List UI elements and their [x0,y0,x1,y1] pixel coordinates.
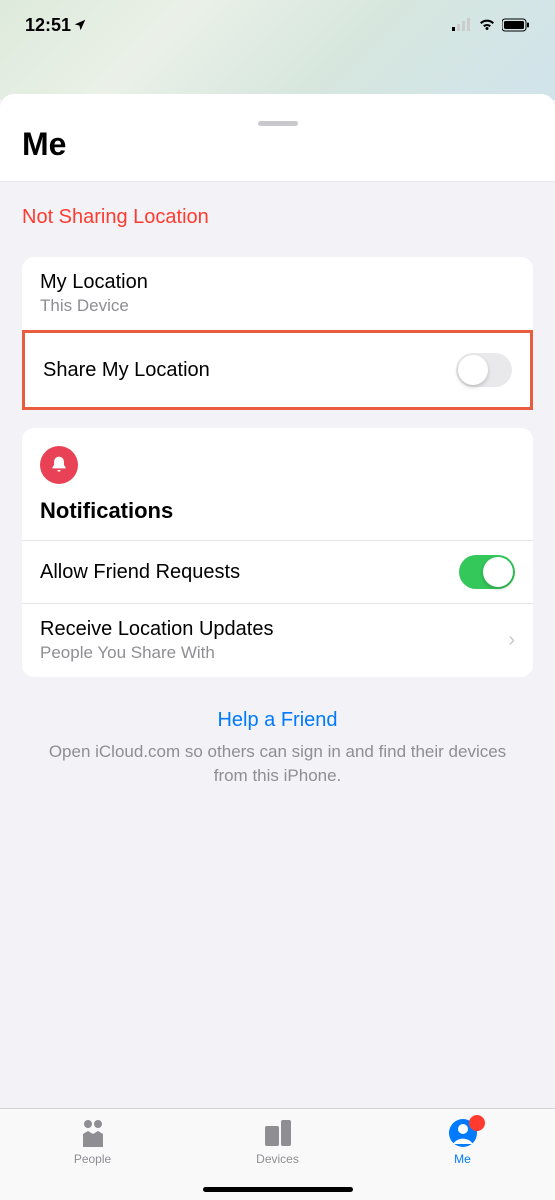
toggle-knob [458,355,488,385]
me-sheet: Me Not Sharing Location My Location This… [0,94,555,1200]
receive-updates-row[interactable]: Receive Location Updates People You Shar… [22,604,533,677]
allow-requests-title: Allow Friend Requests [40,561,459,584]
devices-icon [263,1117,293,1149]
sheet-title: Me [22,126,533,163]
help-section: Help a Friend Open iCloud.com so others … [0,677,555,820]
status-icons [452,18,530,32]
notifications-header: Notifications [22,484,533,541]
allow-requests-row: Allow Friend Requests [22,541,533,604]
share-location-row: Share My Location [25,333,530,407]
my-location-title: My Location [40,271,515,294]
share-location-highlight: Share My Location [22,330,533,410]
status-bar: 12:51 [0,0,555,50]
tab-me-badge [469,1115,485,1131]
my-location-row[interactable]: My Location This Device [22,257,533,330]
allow-requests-toggle[interactable] [459,555,515,589]
battery-icon [502,18,530,32]
status-time: 12:51 [25,15,87,36]
sheet-header: Me [0,94,555,182]
tab-people-label: People [74,1152,111,1166]
home-indicator[interactable] [203,1187,353,1192]
notifications-card: Notifications Allow Friend Requests Rece… [22,428,533,677]
tab-me[interactable]: Me [413,1117,513,1200]
location-arrow-icon [73,18,87,32]
bell-icon [40,446,78,484]
tab-people[interactable]: People [43,1117,143,1200]
help-friend-text: Open iCloud.com so others can sign in an… [30,740,525,788]
people-icon [77,1117,109,1149]
location-card: My Location This Device [22,257,533,330]
cellular-icon [452,18,472,32]
wifi-icon [478,18,496,32]
receive-updates-title: Receive Location Updates [40,618,508,641]
time-label: 12:51 [25,15,71,36]
chevron-right-icon: › [508,629,515,652]
receive-updates-subtitle: People You Share With [40,643,508,663]
share-location-title: Share My Location [43,359,456,382]
toggle-knob [483,557,513,587]
tab-me-label: Me [454,1152,471,1166]
tab-devices-label: Devices [256,1152,299,1166]
help-friend-link[interactable]: Help a Friend [30,709,525,732]
my-location-subtitle: This Device [40,296,515,316]
share-location-toggle[interactable] [456,353,512,387]
sharing-status: Not Sharing Location [0,182,555,239]
